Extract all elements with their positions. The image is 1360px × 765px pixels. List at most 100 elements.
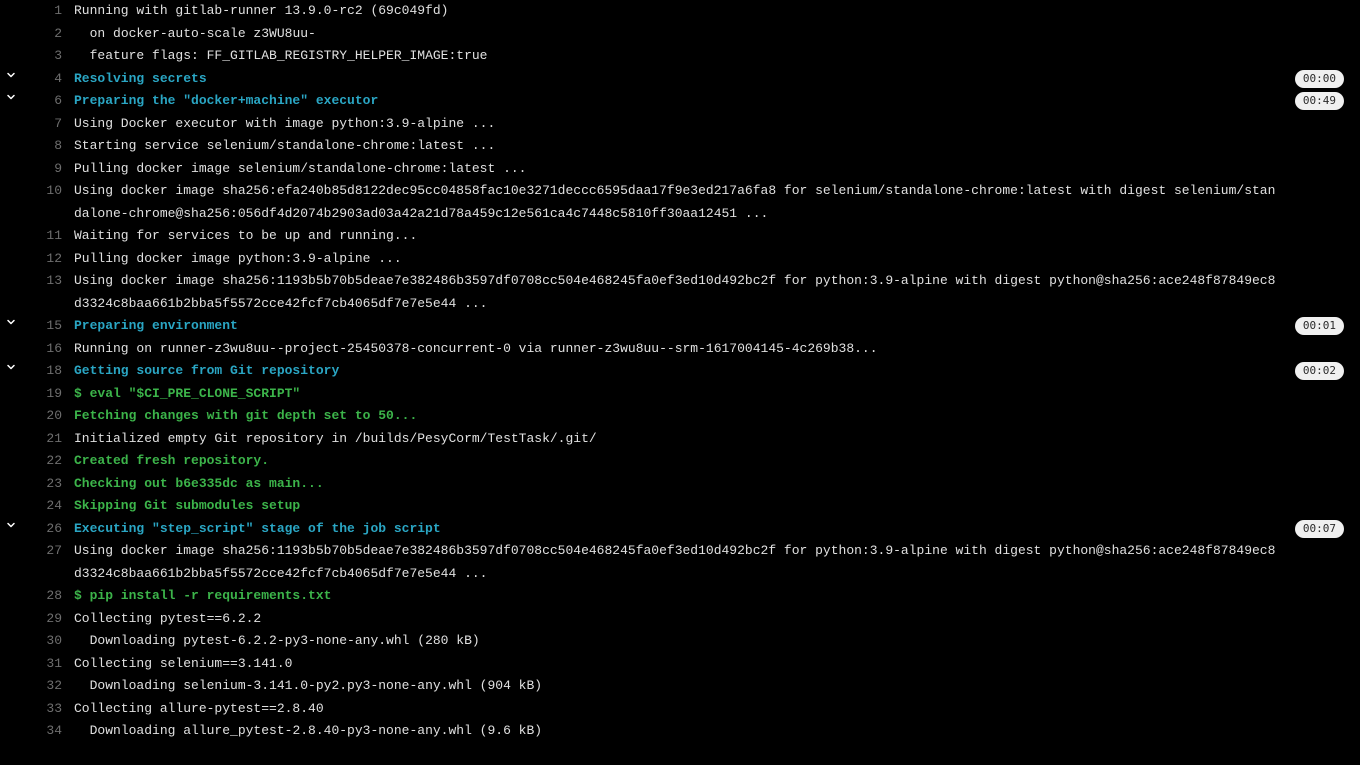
log-text: Starting service selenium/standalone-chr… [68,135,1360,158]
log-text: Downloading allure_pytest-2.8.40-py3-non… [68,720,1360,743]
log-text: Preparing the "docker+machine" executor [68,90,1360,113]
chevron-down-icon[interactable] [5,69,17,81]
chevron-slot [0,113,22,114]
log-text: Pulling docker image selenium/standalone… [68,158,1360,181]
log-text: Getting source from Git repository [68,360,1360,383]
job-log: 1Running with gitlab-runner 13.9.0-rc2 (… [0,0,1360,751]
log-line: 33Collecting allure-pytest==2.8.40 [0,698,1360,721]
log-line: 13Using docker image sha256:1193b5b70b5d… [0,270,1360,315]
log-text: Downloading pytest-6.2.2-py3-none-any.wh… [68,630,1360,653]
chevron-slot [0,540,22,541]
chevron-down-icon[interactable] [5,361,17,373]
section-duration-badge: 00:49 [1295,92,1344,110]
log-text: Using docker image sha256:efa240b85d8122… [68,180,1360,225]
log-section-header: 26Executing "step_script" stage of the j… [0,518,1360,541]
log-line: 34 Downloading allure_pytest-2.8.40-py3-… [0,720,1360,743]
log-text: Pulling docker image python:3.9-alpine .… [68,248,1360,271]
line-number[interactable]: 21 [22,428,68,451]
log-text: Downloading selenium-3.141.0-py2.py3-non… [68,675,1360,698]
collapse-toggle[interactable] [0,68,22,81]
log-text: Using docker image sha256:1193b5b70b5dea… [68,540,1360,585]
log-text: Created fresh repository. [68,450,1360,473]
log-section-header: 6Preparing the "docker+machine" executor… [0,90,1360,113]
line-number[interactable]: 31 [22,653,68,676]
log-line: 19$ eval "$CI_PRE_CLONE_SCRIPT" [0,383,1360,406]
log-line: 9Pulling docker image selenium/standalon… [0,158,1360,181]
log-line: 1Running with gitlab-runner 13.9.0-rc2 (… [0,0,1360,23]
line-number[interactable]: 4 [22,68,68,91]
log-text: Preparing environment [68,315,1360,338]
line-number[interactable]: 26 [22,518,68,541]
log-line: 24Skipping Git submodules setup [0,495,1360,518]
line-number[interactable]: 12 [22,248,68,271]
line-number[interactable]: 33 [22,698,68,721]
chevron-slot [0,0,22,1]
log-line: 32 Downloading selenium-3.141.0-py2.py3-… [0,675,1360,698]
log-text: Checking out b6e335dc as main... [68,473,1360,496]
log-text: Skipping Git submodules setup [68,495,1360,518]
log-section-header: 4Resolving secrets00:00 [0,68,1360,91]
section-duration-badge: 00:01 [1295,317,1344,335]
collapse-toggle[interactable] [0,518,22,531]
log-text: Resolving secrets [68,68,1360,91]
chevron-down-icon[interactable] [5,91,17,103]
chevron-slot [0,495,22,496]
chevron-slot [0,225,22,226]
line-number[interactable]: 7 [22,113,68,136]
log-line: 20Fetching changes with git depth set to… [0,405,1360,428]
line-number[interactable]: 22 [22,450,68,473]
line-number[interactable]: 3 [22,45,68,68]
log-text: Collecting allure-pytest==2.8.40 [68,698,1360,721]
chevron-slot [0,158,22,159]
line-number[interactable]: 1 [22,0,68,23]
line-number[interactable]: 10 [22,180,68,203]
chevron-slot [0,383,22,384]
chevron-slot [0,473,22,474]
line-number[interactable]: 13 [22,270,68,293]
line-number[interactable]: 8 [22,135,68,158]
line-number[interactable]: 23 [22,473,68,496]
log-line: 21Initialized empty Git repository in /b… [0,428,1360,451]
line-number[interactable]: 29 [22,608,68,631]
section-duration-badge: 00:00 [1295,70,1344,88]
chevron-slot [0,405,22,406]
line-number[interactable]: 24 [22,495,68,518]
log-line: 28$ pip install -r requirements.txt [0,585,1360,608]
chevron-slot [0,338,22,339]
log-text: $ eval "$CI_PRE_CLONE_SCRIPT" [68,383,1360,406]
log-text: Using docker image sha256:1193b5b70b5dea… [68,270,1360,315]
collapse-toggle[interactable] [0,315,22,328]
line-number[interactable]: 32 [22,675,68,698]
line-number[interactable]: 2 [22,23,68,46]
chevron-slot [0,45,22,46]
line-number[interactable]: 30 [22,630,68,653]
log-line: 29Collecting pytest==6.2.2 [0,608,1360,631]
chevron-down-icon[interactable] [5,519,17,531]
chevron-slot [0,698,22,699]
line-number[interactable]: 28 [22,585,68,608]
line-number[interactable]: 20 [22,405,68,428]
chevron-down-icon[interactable] [5,316,17,328]
line-number[interactable]: 11 [22,225,68,248]
log-text: Using Docker executor with image python:… [68,113,1360,136]
log-text: Waiting for services to be up and runnin… [68,225,1360,248]
line-number[interactable]: 27 [22,540,68,563]
line-number[interactable]: 18 [22,360,68,383]
log-text: on docker-auto-scale z3WU8uu- [68,23,1360,46]
line-number[interactable]: 16 [22,338,68,361]
chevron-slot [0,450,22,451]
line-number[interactable]: 19 [22,383,68,406]
log-section-header: 15Preparing environment00:01 [0,315,1360,338]
chevron-slot [0,675,22,676]
log-line: 31Collecting selenium==3.141.0 [0,653,1360,676]
chevron-slot [0,653,22,654]
log-text: Collecting pytest==6.2.2 [68,608,1360,631]
line-number[interactable]: 34 [22,720,68,743]
collapse-toggle[interactable] [0,90,22,103]
line-number[interactable]: 6 [22,90,68,113]
log-line: 10Using docker image sha256:efa240b85d81… [0,180,1360,225]
collapse-toggle[interactable] [0,360,22,373]
line-number[interactable]: 15 [22,315,68,338]
chevron-slot [0,585,22,586]
line-number[interactable]: 9 [22,158,68,181]
